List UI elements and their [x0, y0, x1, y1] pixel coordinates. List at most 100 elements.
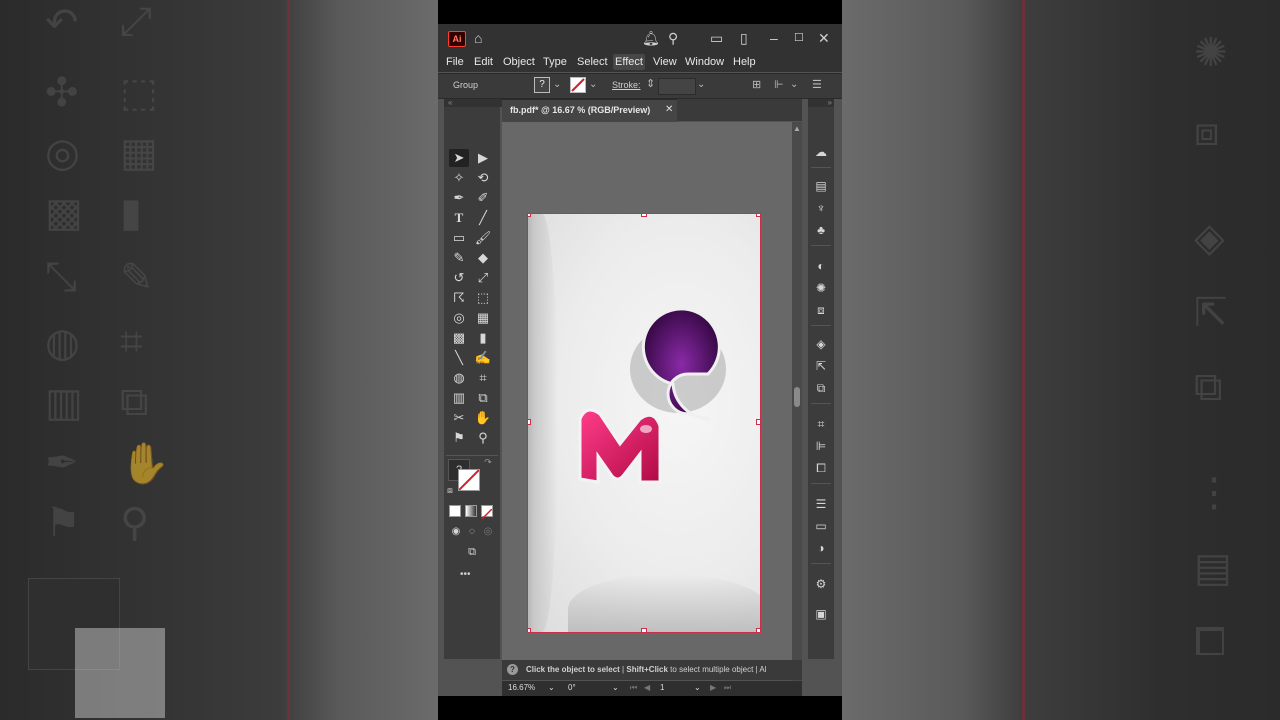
properties-icon[interactable]: ⚙ [812, 575, 830, 593]
direct-selection-tool-icon[interactable]: ▶ [473, 149, 493, 167]
panel-grip[interactable]: » [808, 99, 834, 107]
rotation-value[interactable]: 0° [568, 683, 576, 692]
arrange-icon[interactable]: ▯ [740, 29, 748, 47]
bounding-handle[interactable] [641, 628, 647, 632]
type-tool-icon[interactable]: T [449, 209, 469, 227]
shape-builder-tool-icon[interactable]: ◎ [449, 309, 469, 327]
blend-tool-icon[interactable]: ◍ [449, 369, 469, 387]
first-artboard-icon[interactable]: ⏮ [630, 683, 637, 693]
stroke-weight-field[interactable] [658, 78, 696, 95]
menu-edit[interactable]: Edit [472, 54, 495, 70]
lasso-tool-icon[interactable]: ⟲ [473, 169, 493, 187]
close-tab-icon[interactable]: ✕ [665, 104, 673, 115]
stroke-label[interactable]: Stroke: [612, 80, 641, 90]
eyedropper-tool-icon[interactable]: ╲ [449, 349, 469, 367]
menu-help[interactable]: Help [731, 54, 758, 70]
warp-tool-icon[interactable]: ☈ [449, 289, 469, 307]
minimize-icon[interactable]: – [770, 29, 778, 47]
rotate-tool-icon[interactable]: ↺ [449, 269, 469, 287]
artboard-dropdown-icon[interactable]: ⌄ [694, 683, 701, 692]
artboard-tool-icon[interactable]: ⧉ [473, 389, 493, 407]
line-tool-icon[interactable]: ╱ [473, 209, 493, 227]
transform-icon[interactable]: ⧈ [812, 301, 830, 319]
draw-inside-icon[interactable]: ◎ [478, 523, 498, 541]
menu-effect[interactable]: Effect [613, 54, 645, 70]
notification-icon[interactable]: 🔔︎ [642, 29, 660, 47]
libraries-icon[interactable]: ☁ [812, 143, 830, 161]
symbol-sprayer-tool-icon[interactable]: ⌗ [473, 369, 493, 387]
curvature-tool-icon[interactable]: ✐ [473, 189, 493, 207]
zoom-level[interactable]: 16.67% [508, 683, 535, 692]
menu-object[interactable]: Object [501, 54, 537, 70]
layers-icon[interactable]: ◈ [812, 335, 830, 353]
pen-tool-icon[interactable]: ✒ [449, 189, 469, 207]
artboards-icon[interactable]: ⧉ [812, 379, 830, 397]
last-artboard-icon[interactable]: ⏭ [724, 683, 731, 693]
bounding-handle[interactable] [528, 628, 531, 632]
distribute-options-icon[interactable]: ⊩ [774, 78, 784, 91]
column-graph-tool-icon[interactable]: ▥ [449, 389, 469, 407]
shaper-tool-icon[interactable]: ✎ [449, 249, 469, 267]
stroke-indicator[interactable] [458, 469, 480, 491]
fill-dropdown-icon[interactable]: ⌄ [553, 79, 561, 90]
hand-tool-icon[interactable]: ✋ [473, 409, 493, 427]
edit-toolbar-button[interactable]: ••• [460, 569, 471, 580]
menu-select[interactable]: Select [575, 54, 610, 70]
selection-tool-icon[interactable]: ➤ [449, 149, 469, 167]
mesh-tool-icon[interactable]: ▩ [449, 329, 469, 347]
free-transform-tool-icon[interactable]: ⬚ [473, 289, 493, 307]
links-icon[interactable]: ▣ [812, 605, 830, 623]
screen-mode-icon[interactable]: ⧉ [462, 543, 482, 561]
align-dropdown-icon[interactable]: ⌄ [790, 79, 798, 90]
bounding-handle[interactable] [528, 419, 531, 425]
pathfinder-icon[interactable]: ⧠ [812, 459, 830, 477]
close-icon[interactable]: ✕ [818, 29, 830, 47]
graphic-styles-icon[interactable]: ✺ [812, 279, 830, 297]
next-artboard-icon[interactable]: ▶ [710, 683, 716, 692]
zoom-tool-icon[interactable]: ⚲ [473, 429, 493, 447]
none-mode-button[interactable] [481, 505, 493, 520]
align-options-icon[interactable]: ⊞ [752, 78, 761, 91]
gradient-mode-button[interactable] [465, 505, 477, 517]
symbols-icon[interactable]: ♣ [812, 221, 830, 239]
menu-type[interactable]: Type [541, 54, 569, 70]
fill-swatch[interactable]: ? [534, 77, 550, 93]
maximize-icon[interactable]: ☐ [794, 29, 804, 47]
scroll-up-icon[interactable]: ▲ [793, 124, 801, 133]
bounding-handle[interactable] [756, 628, 760, 632]
default-fill-stroke-icon[interactable]: ⧈ [444, 481, 456, 499]
vertical-scrollbar[interactable]: ▲ ▼ [792, 122, 802, 682]
help-icon[interactable]: ? [507, 664, 518, 675]
slice-tool-icon[interactable]: ✂ [449, 409, 469, 427]
menu-window[interactable]: Window [683, 54, 726, 70]
gradient-tool-icon[interactable]: ▮ [473, 329, 493, 347]
scroll-thumb[interactable] [794, 387, 800, 407]
document-tab[interactable]: fb.pdf* @ 16.67 % (RGB/Preview) ✕ [502, 99, 677, 122]
menu-file[interactable]: File [444, 54, 466, 70]
previous-artboard-icon[interactable]: ◀ [644, 683, 650, 692]
brushes-icon[interactable]: ♆ [812, 199, 830, 217]
panel-menu-icon[interactable]: ☰ [812, 78, 822, 91]
asset-export-icon[interactable]: ⇱ [812, 357, 830, 375]
stroke-dropdown-icon[interactable]: ⌄ [589, 79, 597, 90]
search-icon[interactable]: ⚲ [668, 29, 678, 47]
measure-tool-icon[interactable]: ✍ [473, 349, 493, 367]
swatches-icon[interactable]: ▤ [812, 177, 830, 195]
magic-wand-tool-icon[interactable]: ✧ [449, 169, 469, 187]
workspace-icon[interactable]: ▭ [710, 29, 723, 47]
eraser-tool-icon[interactable]: ◆ [473, 249, 493, 267]
transform-grid-icon[interactable]: ⌗ [812, 415, 830, 433]
print-tiling-tool-icon[interactable]: ⚑ [449, 429, 469, 447]
swap-fill-stroke-icon[interactable]: ↷ [478, 453, 498, 471]
gradient-panel-icon[interactable]: ▭ [812, 517, 830, 535]
paintbrush-tool-icon[interactable]: 🖌︎ [473, 229, 493, 247]
color-mode-button[interactable] [449, 505, 461, 517]
artboard[interactable] [527, 213, 761, 633]
stroke-panel-icon[interactable]: ☰ [812, 495, 830, 513]
bounding-handle[interactable] [641, 214, 647, 217]
bounding-handle[interactable] [756, 419, 760, 425]
scale-tool-icon[interactable]: ⤢ [473, 269, 493, 287]
panel-grip[interactable]: « [444, 99, 504, 107]
transparency-icon[interactable]: ◑ [812, 539, 830, 557]
stroke-swatch[interactable] [570, 77, 586, 93]
